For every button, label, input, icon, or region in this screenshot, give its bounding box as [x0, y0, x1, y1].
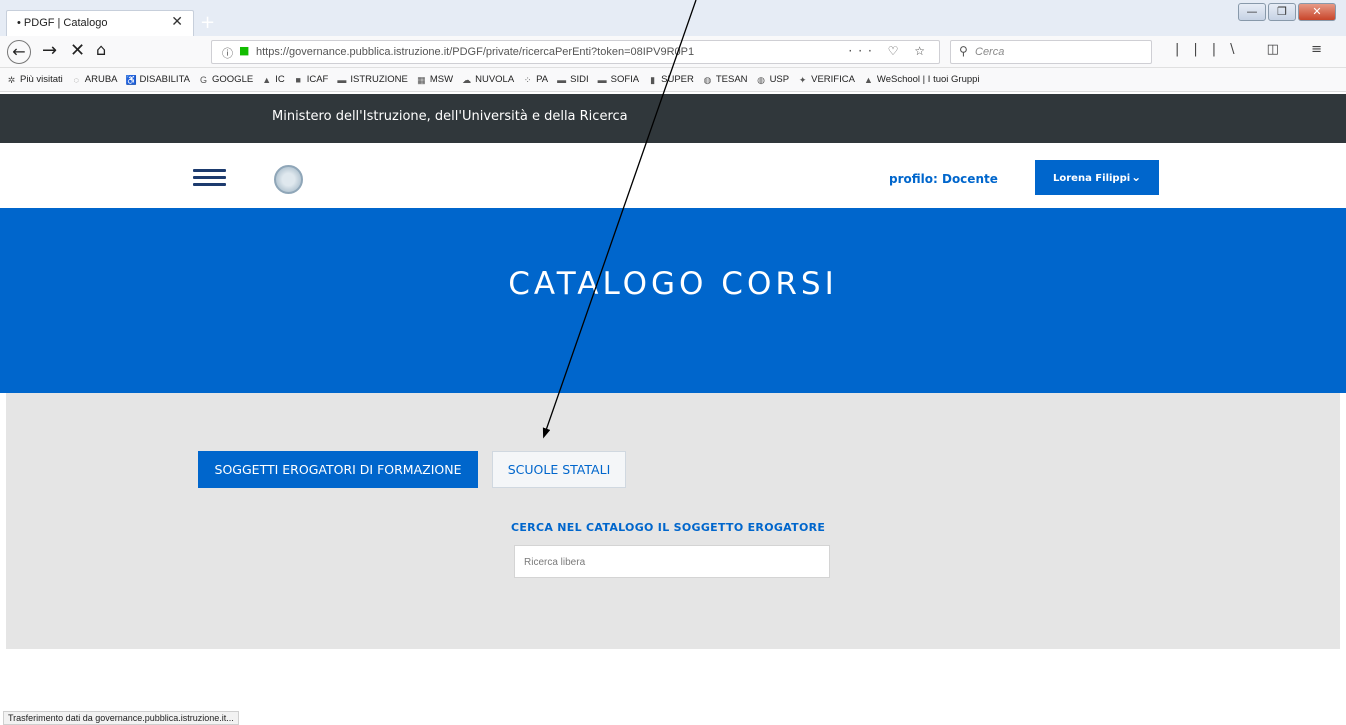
free-search-input[interactable]: Ricerca libera: [514, 545, 830, 578]
pa-icon: ⁘: [523, 74, 532, 85]
bookmark-item[interactable]: ▲ WeSchool | I tuoi Gruppi: [863, 74, 980, 85]
bookmark-label: ISTRUZIONE: [350, 74, 408, 85]
info-icon[interactable]: ⓘ: [222, 45, 233, 61]
aruba-icon: ◌: [73, 74, 79, 85]
bookmark-label: NUVOLA: [475, 74, 515, 85]
bookmark-label: ARUBA: [84, 74, 118, 85]
flag-icon: ▬: [337, 74, 347, 85]
bookmark-item[interactable]: ▬ ISTRUZIONE: [336, 74, 408, 85]
flag-icon: ▬: [597, 74, 607, 85]
search-placeholder: Cerca: [975, 46, 1005, 58]
bookmark-item[interactable]: ■ ICAF: [293, 74, 329, 85]
bookmark-label: SOFIA: [610, 74, 640, 85]
bookmark-item[interactable]: ◌ ARUBA: [71, 74, 118, 85]
chevron-down-icon: ⌄: [1131, 170, 1142, 184]
bookmarks-toolbar: ✲ Più visitati ◌ ARUBA ♿ DISABILITA G GOOGLE ▲ IC…: [0, 68, 1346, 92]
browser-tab[interactable]: • PDGF | Catalogo ✕: [6, 10, 194, 36]
hero-banner: CATALOGO CORSI: [0, 208, 1346, 393]
hamburger-menu-icon[interactable]: [193, 169, 226, 186]
home-icon[interactable]: ⌂: [96, 40, 106, 59]
bookmark-label: MSW: [429, 74, 454, 85]
tab-scuole-statali[interactable]: SCUOLE STATALI: [492, 451, 626, 488]
search-icon: ⚲: [959, 44, 968, 58]
status-bar: Trasferimento dati da governance.pubblic…: [3, 711, 239, 725]
italy-flag-icon: ▮: [650, 74, 656, 85]
user-menu-button[interactable]: Lorena Filippi⌄: [1035, 160, 1159, 195]
bookmark-item[interactable]: ▦ MSW: [416, 74, 453, 85]
bookmark-label: SUPER: [661, 74, 694, 85]
lock-icon: ■: [239, 44, 250, 57]
bookmark-item[interactable]: G GOOGLE: [198, 74, 253, 85]
bookmark-label: VERIFICA: [811, 74, 855, 85]
ministry-band: Ministero dell'Istruzione, dell'Universi…: [0, 94, 1346, 143]
home-icon[interactable]: ⌂: [574, 150, 582, 164]
bookmark-label: PA: [536, 74, 549, 85]
bookmark-item[interactable]: ▮ SUPER: [647, 74, 694, 85]
gear-icon: ✲: [7, 74, 16, 85]
bookmark-label: ICAF: [306, 74, 329, 85]
bookmark-label: IC: [275, 74, 285, 85]
cloud-icon: ☁: [462, 74, 472, 85]
stop-icon[interactable]: ✕: [70, 40, 85, 61]
bookmark-item[interactable]: ✲ Più visitati: [6, 74, 63, 85]
search-title: CERCA NEL CATALOGO IL SOGGETTO EROGATORE: [511, 521, 826, 534]
graduation-cap-icon: ▲: [262, 74, 272, 85]
accessibility-icon: ♿: [125, 74, 137, 85]
user-name: Lorena Filippi: [1053, 173, 1131, 184]
bookmark-label: TESAN: [715, 74, 748, 85]
bookmark-item[interactable]: ◍ USP: [756, 74, 790, 85]
browser-tab-bar: • PDGF | Catalogo ✕ + — ❐ ✕: [0, 0, 1346, 36]
minimize-button[interactable]: —: [1238, 3, 1266, 21]
square-icon: ■: [295, 74, 301, 85]
bookmark-item[interactable]: ▬ SIDI: [556, 74, 588, 85]
new-tab-icon[interactable]: +: [200, 12, 215, 33]
bookmark-label: DISABILITA: [139, 74, 191, 85]
weschool-icon: ▲: [863, 74, 873, 85]
windows-icon: ▦: [417, 74, 426, 85]
free-search-placeholder: Ricerca libera: [524, 557, 586, 568]
tab-close-icon[interactable]: ✕: [171, 14, 183, 30]
bookmark-label: SIDI: [570, 74, 589, 85]
back-arrow-icon[interactable]: ←: [7, 40, 31, 64]
profile-label: profilo: Docente: [889, 172, 998, 186]
forward-arrow-icon[interactable]: →: [42, 40, 57, 61]
globe-icon: ◍: [703, 74, 712, 85]
bookmark-label: GOOGLE: [212, 74, 254, 85]
breadcrumb-current: / Ricerca Soggetti Erogatori Di Formazio…: [584, 153, 787, 164]
window-controls: — ❐ ✕: [1238, 3, 1336, 21]
bookmark-item[interactable]: ✦ VERIFICA: [797, 74, 855, 85]
google-icon: G: [200, 74, 208, 85]
browser-toolbar: ← → ✕ ⌂ ⓘ ■ https://governance.pubblica.…: [0, 36, 1346, 68]
bookmark-item[interactable]: ◍ TESAN: [702, 74, 748, 85]
republic-emblem-icon: [274, 165, 303, 194]
bookmark-item[interactable]: ⁘ PA: [522, 74, 548, 85]
bookmark-item[interactable]: ♿ DISABILITA: [126, 74, 191, 85]
page-actions-icons[interactable]: ··· ♡ ☆: [848, 44, 931, 58]
url-bar[interactable]: ⓘ ■ https://governance.pubblica.istruzio…: [211, 40, 940, 64]
page-title: CATALOGO CORSI: [508, 266, 838, 302]
ministry-name: Ministero dell'Istruzione, dell'Universi…: [272, 109, 628, 124]
bookmark-label: WeSchool | I tuoi Gruppi: [876, 74, 980, 85]
flag-icon: ▬: [557, 74, 567, 85]
restore-button[interactable]: ❐: [1268, 3, 1296, 21]
url-text[interactable]: https://governance.pubblica.istruzione.i…: [256, 46, 694, 58]
tab-soggetti-erogatori[interactable]: SOGGETTI EROGATORI DI FORMAZIONE: [198, 451, 478, 488]
bookmark-item[interactable]: ▬ SOFIA: [597, 74, 640, 85]
tab-title: • PDGF | Catalogo: [17, 17, 108, 29]
bookmark-item[interactable]: ▲ IC: [261, 74, 285, 85]
puzzle-icon: ✦: [798, 74, 807, 85]
bookmark-label: USP: [769, 74, 790, 85]
library-sidebar-menu-icons[interactable]: |||\ ◫ ≡: [1175, 42, 1336, 57]
bookmark-label: Più visitati: [20, 74, 63, 85]
breadcrumb: ⌂ / Ricerca Soggetti Erogatori Di Formazi…: [574, 150, 786, 164]
close-window-button[interactable]: ✕: [1298, 3, 1336, 21]
globe-icon: ◍: [757, 74, 765, 85]
bookmark-item[interactable]: ☁ NUVOLA: [461, 74, 514, 85]
browser-search-input[interactable]: ⚲ Cerca: [950, 40, 1152, 64]
